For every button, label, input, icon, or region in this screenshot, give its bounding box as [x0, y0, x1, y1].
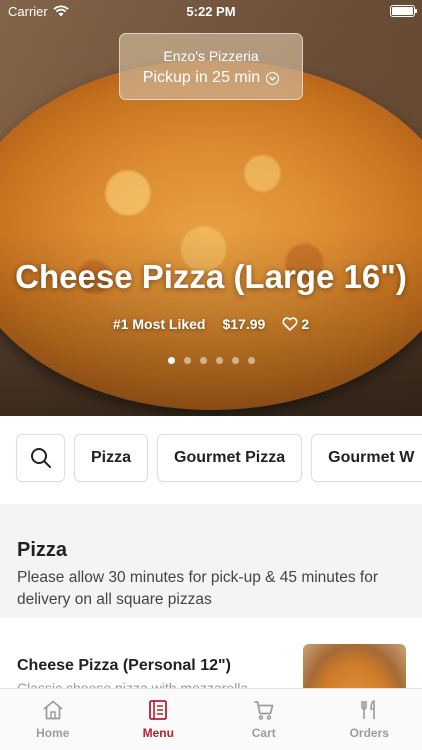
- search-icon: [30, 448, 51, 468]
- most-liked-badge: #1 Most Liked: [112, 316, 206, 332]
- like-count[interactable]: 2: [282, 316, 309, 332]
- menu-item[interactable]: Cheese Pizza (Personal 12") Classic chee…: [0, 618, 422, 688]
- section-title: Pizza: [17, 539, 68, 561]
- tab-bar: Home Menu Cart Orders: [0, 688, 422, 750]
- menu-section-header: Pizza Please allow 30 minutes for pick-u…: [0, 504, 422, 618]
- tab-home-label: Home: [36, 726, 70, 740]
- category-chip-gourmet-w[interactable]: Gourmet W: [311, 434, 422, 482]
- featured-item-title: Cheese Pizza (Large 16"): [15, 258, 407, 295]
- category-bar: Pizza Gourmet Pizza Gourmet W: [0, 416, 422, 504]
- carousel-dot[interactable]: [183, 357, 191, 364]
- hero-banner[interactable]: Carrier 5:22 PM Enzo's Pizzeria Pickup i…: [0, 0, 422, 416]
- menu-item-description: Classic cheese pizza with mozzarella: [17, 680, 249, 688]
- store-pickup-selector[interactable]: Enzo's Pizzeria Pickup in 25 min: [119, 33, 303, 100]
- menu-icon: [149, 700, 168, 720]
- carousel-dots[interactable]: [0, 357, 422, 364]
- category-chip-pizza[interactable]: Pizza: [74, 434, 149, 482]
- tab-orders-label: Orders: [349, 726, 389, 740]
- tab-orders[interactable]: Orders: [317, 689, 422, 750]
- menu-item-photo: [303, 644, 406, 688]
- featured-price: $17.99: [222, 316, 266, 332]
- carousel-dot[interactable]: [215, 357, 223, 364]
- tab-home[interactable]: Home: [0, 689, 106, 750]
- home-icon: [43, 700, 63, 720]
- pickup-time: Pickup in 25 min: [142, 69, 261, 86]
- section-description: Please allow 30 minutes for pick-up & 45…: [17, 569, 378, 608]
- chevron-down-icon: [266, 71, 280, 85]
- store-name: Enzo's Pizzeria: [163, 48, 259, 64]
- heart-icon: [282, 317, 298, 331]
- tab-menu[interactable]: Menu: [106, 689, 212, 750]
- carousel-dot[interactable]: [231, 357, 239, 364]
- featured-item-meta: #1 Most Liked $17.99 2: [0, 316, 422, 332]
- battery-icon: [390, 5, 417, 17]
- tab-menu-label: Menu: [142, 726, 174, 740]
- tab-cart-label: Cart: [251, 726, 276, 740]
- status-time: 5:22 PM: [186, 4, 236, 19]
- orders-icon: [361, 699, 376, 719]
- search-button[interactable]: [16, 434, 65, 482]
- like-count-value: 2: [301, 316, 310, 332]
- carousel-dot[interactable]: [167, 357, 175, 364]
- category-chip-gourmet-pizza[interactable]: Gourmet Pizza: [157, 434, 303, 482]
- carousel-dot[interactable]: [199, 357, 207, 364]
- category-chips: Pizza Gourmet Pizza Gourmet W: [16, 434, 422, 482]
- menu-item-name: Cheese Pizza (Personal 12"): [17, 657, 231, 674]
- status-bar: Carrier 5:22 PM: [0, 0, 422, 22]
- tab-cart[interactable]: Cart: [211, 689, 317, 750]
- carousel-dot[interactable]: [247, 357, 255, 364]
- cart-icon: [254, 701, 274, 720]
